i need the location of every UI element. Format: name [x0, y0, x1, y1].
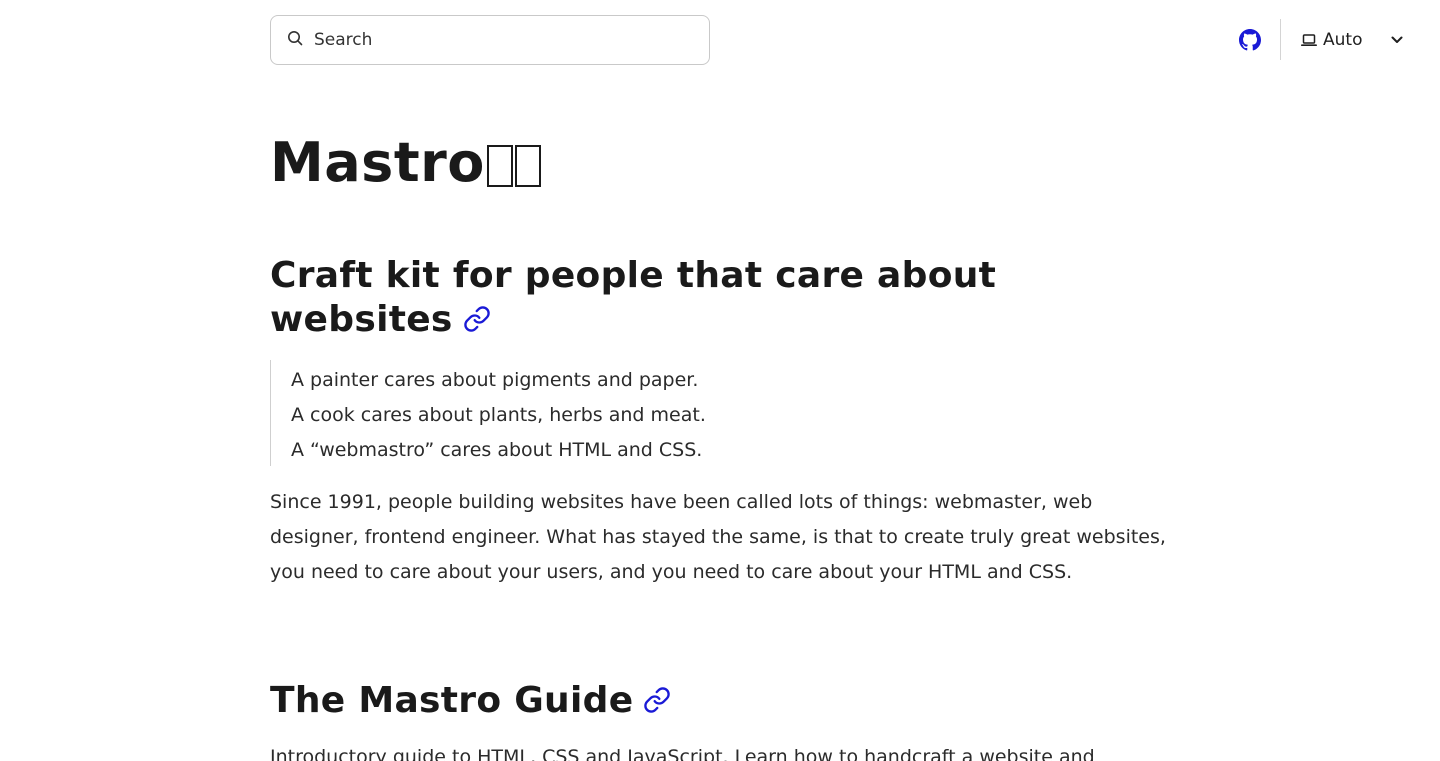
search-input[interactable]: [314, 30, 694, 50]
blockquote: A painter cares about pigments and paper…: [270, 360, 1150, 466]
page-title: Mastro: [270, 131, 541, 195]
section-heading-text: Craft kit for people that care about web…: [270, 255, 997, 340]
theme-select-value: Auto: [1323, 30, 1363, 50]
link-icon: [643, 686, 671, 714]
chevron-down-icon: [1389, 33, 1405, 47]
github-link[interactable]: [1239, 29, 1261, 51]
quote-line: A “webmastro” cares about HTML and CSS.: [291, 439, 703, 461]
heading-anchor-link[interactable]: [463, 305, 491, 333]
search-box[interactable]: [270, 15, 710, 65]
missing-glyph: [514, 145, 541, 187]
section-heading-text: The Mastro Guide: [270, 680, 634, 721]
site-header: Auto: [0, 0, 1440, 80]
heading-anchor-link[interactable]: [643, 686, 671, 714]
header-divider: [1280, 19, 1281, 60]
quote-line: A painter cares about pigments and paper…: [291, 369, 699, 391]
page-title-text: Mastro: [270, 131, 485, 194]
guide-paragraph: Introductory guide to HTML, CSS and Java…: [270, 746, 1095, 761]
section-heading-guide: The Mastro Guide: [270, 679, 671, 723]
laptop-icon: [1301, 33, 1317, 47]
github-icon: [1239, 29, 1261, 51]
theme-select[interactable]: Auto: [1301, 26, 1411, 54]
section-heading-craft-kit: Craft kit for people that care about web…: [270, 254, 1030, 342]
intro-paragraph: Since 1991, people building websites hav…: [270, 491, 1166, 583]
search-icon: [287, 30, 303, 50]
missing-glyph: [486, 145, 513, 187]
link-icon: [463, 305, 491, 333]
quote-line: A cook cares about plants, herbs and mea…: [291, 404, 706, 426]
